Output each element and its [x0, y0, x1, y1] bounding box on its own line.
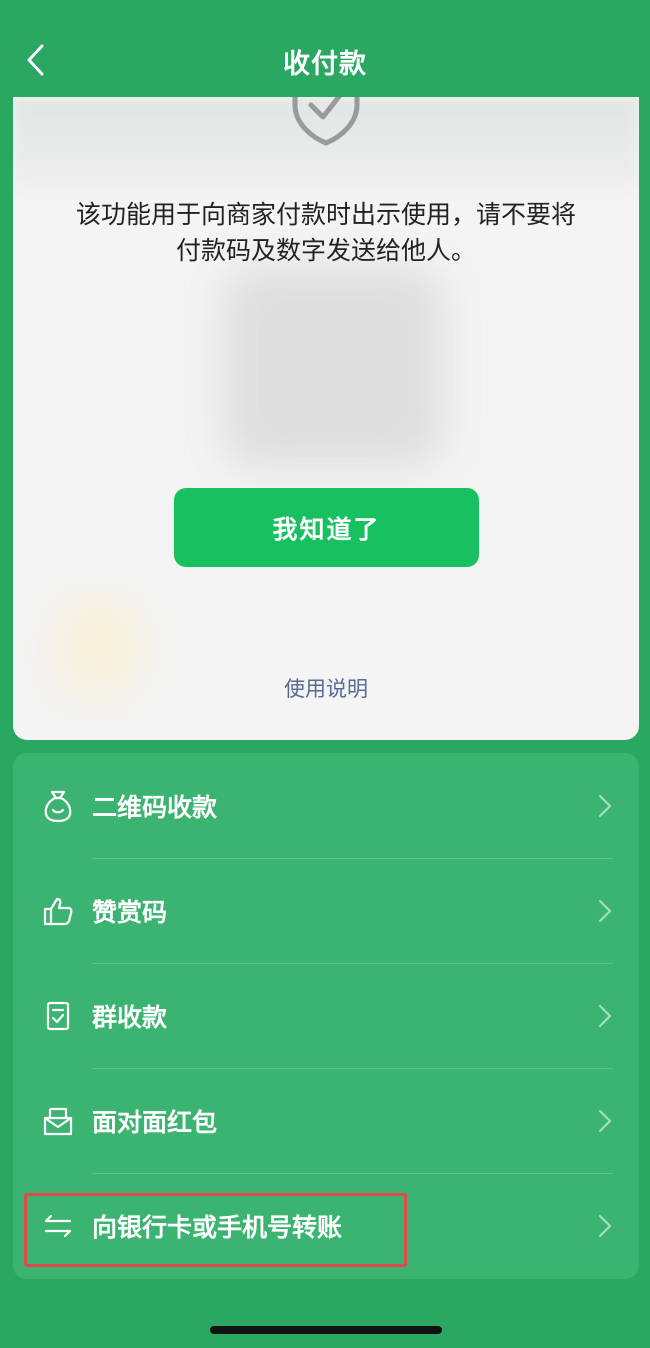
menu-item-qr-receive[interactable]: 二维码收款: [13, 753, 639, 858]
page-title: 收付款: [283, 49, 367, 80]
money-bag-icon: [41, 789, 75, 823]
menu-item-label: 赞赏码: [92, 897, 168, 927]
help-link[interactable]: 使用说明: [13, 673, 639, 703]
menu-item-face-to-face-red-packet[interactable]: 面对面红包: [13, 1068, 639, 1173]
menu-item-reward-code[interactable]: 赞赏码: [13, 858, 639, 963]
home-indicator: [210, 1326, 442, 1334]
chevron-right-icon: [598, 1004, 612, 1027]
payment-code-card: 该功能用于向商家付款时出示使用，请不要将 付款码及数字发送给他人。 我知道了 使…: [13, 97, 639, 740]
chevron-right-icon: [598, 1109, 612, 1132]
menu-item-label: 二维码收款: [92, 792, 218, 822]
highlight-annotation: [24, 1193, 407, 1267]
chevron-right-icon: [598, 1214, 612, 1237]
notice-line-1: 该功能用于向商家付款时出示使用，请不要将: [75, 200, 576, 229]
menu-item-label: 群收款: [92, 1002, 168, 1032]
menu-item-label: 面对面红包: [92, 1107, 218, 1137]
got-it-button[interactable]: 我知道了: [174, 488, 479, 567]
navigation-bar: 收付款: [0, 0, 650, 100]
chevron-right-icon: [598, 794, 612, 817]
notice-line-2: 付款码及数字发送给他人。: [175, 236, 476, 265]
security-notice: 该功能用于向商家付款时出示使用，请不要将 付款码及数字发送给他人。: [43, 197, 609, 269]
thumbs-up-icon: [41, 894, 75, 928]
menu-item-group-receive[interactable]: 群收款: [13, 963, 639, 1068]
blurred-qr-code: [223, 267, 443, 467]
receipt-icon: [41, 999, 75, 1033]
red-envelope-icon: [41, 1104, 75, 1138]
chevron-right-icon: [598, 899, 612, 922]
shield-check-icon: [292, 97, 360, 146]
